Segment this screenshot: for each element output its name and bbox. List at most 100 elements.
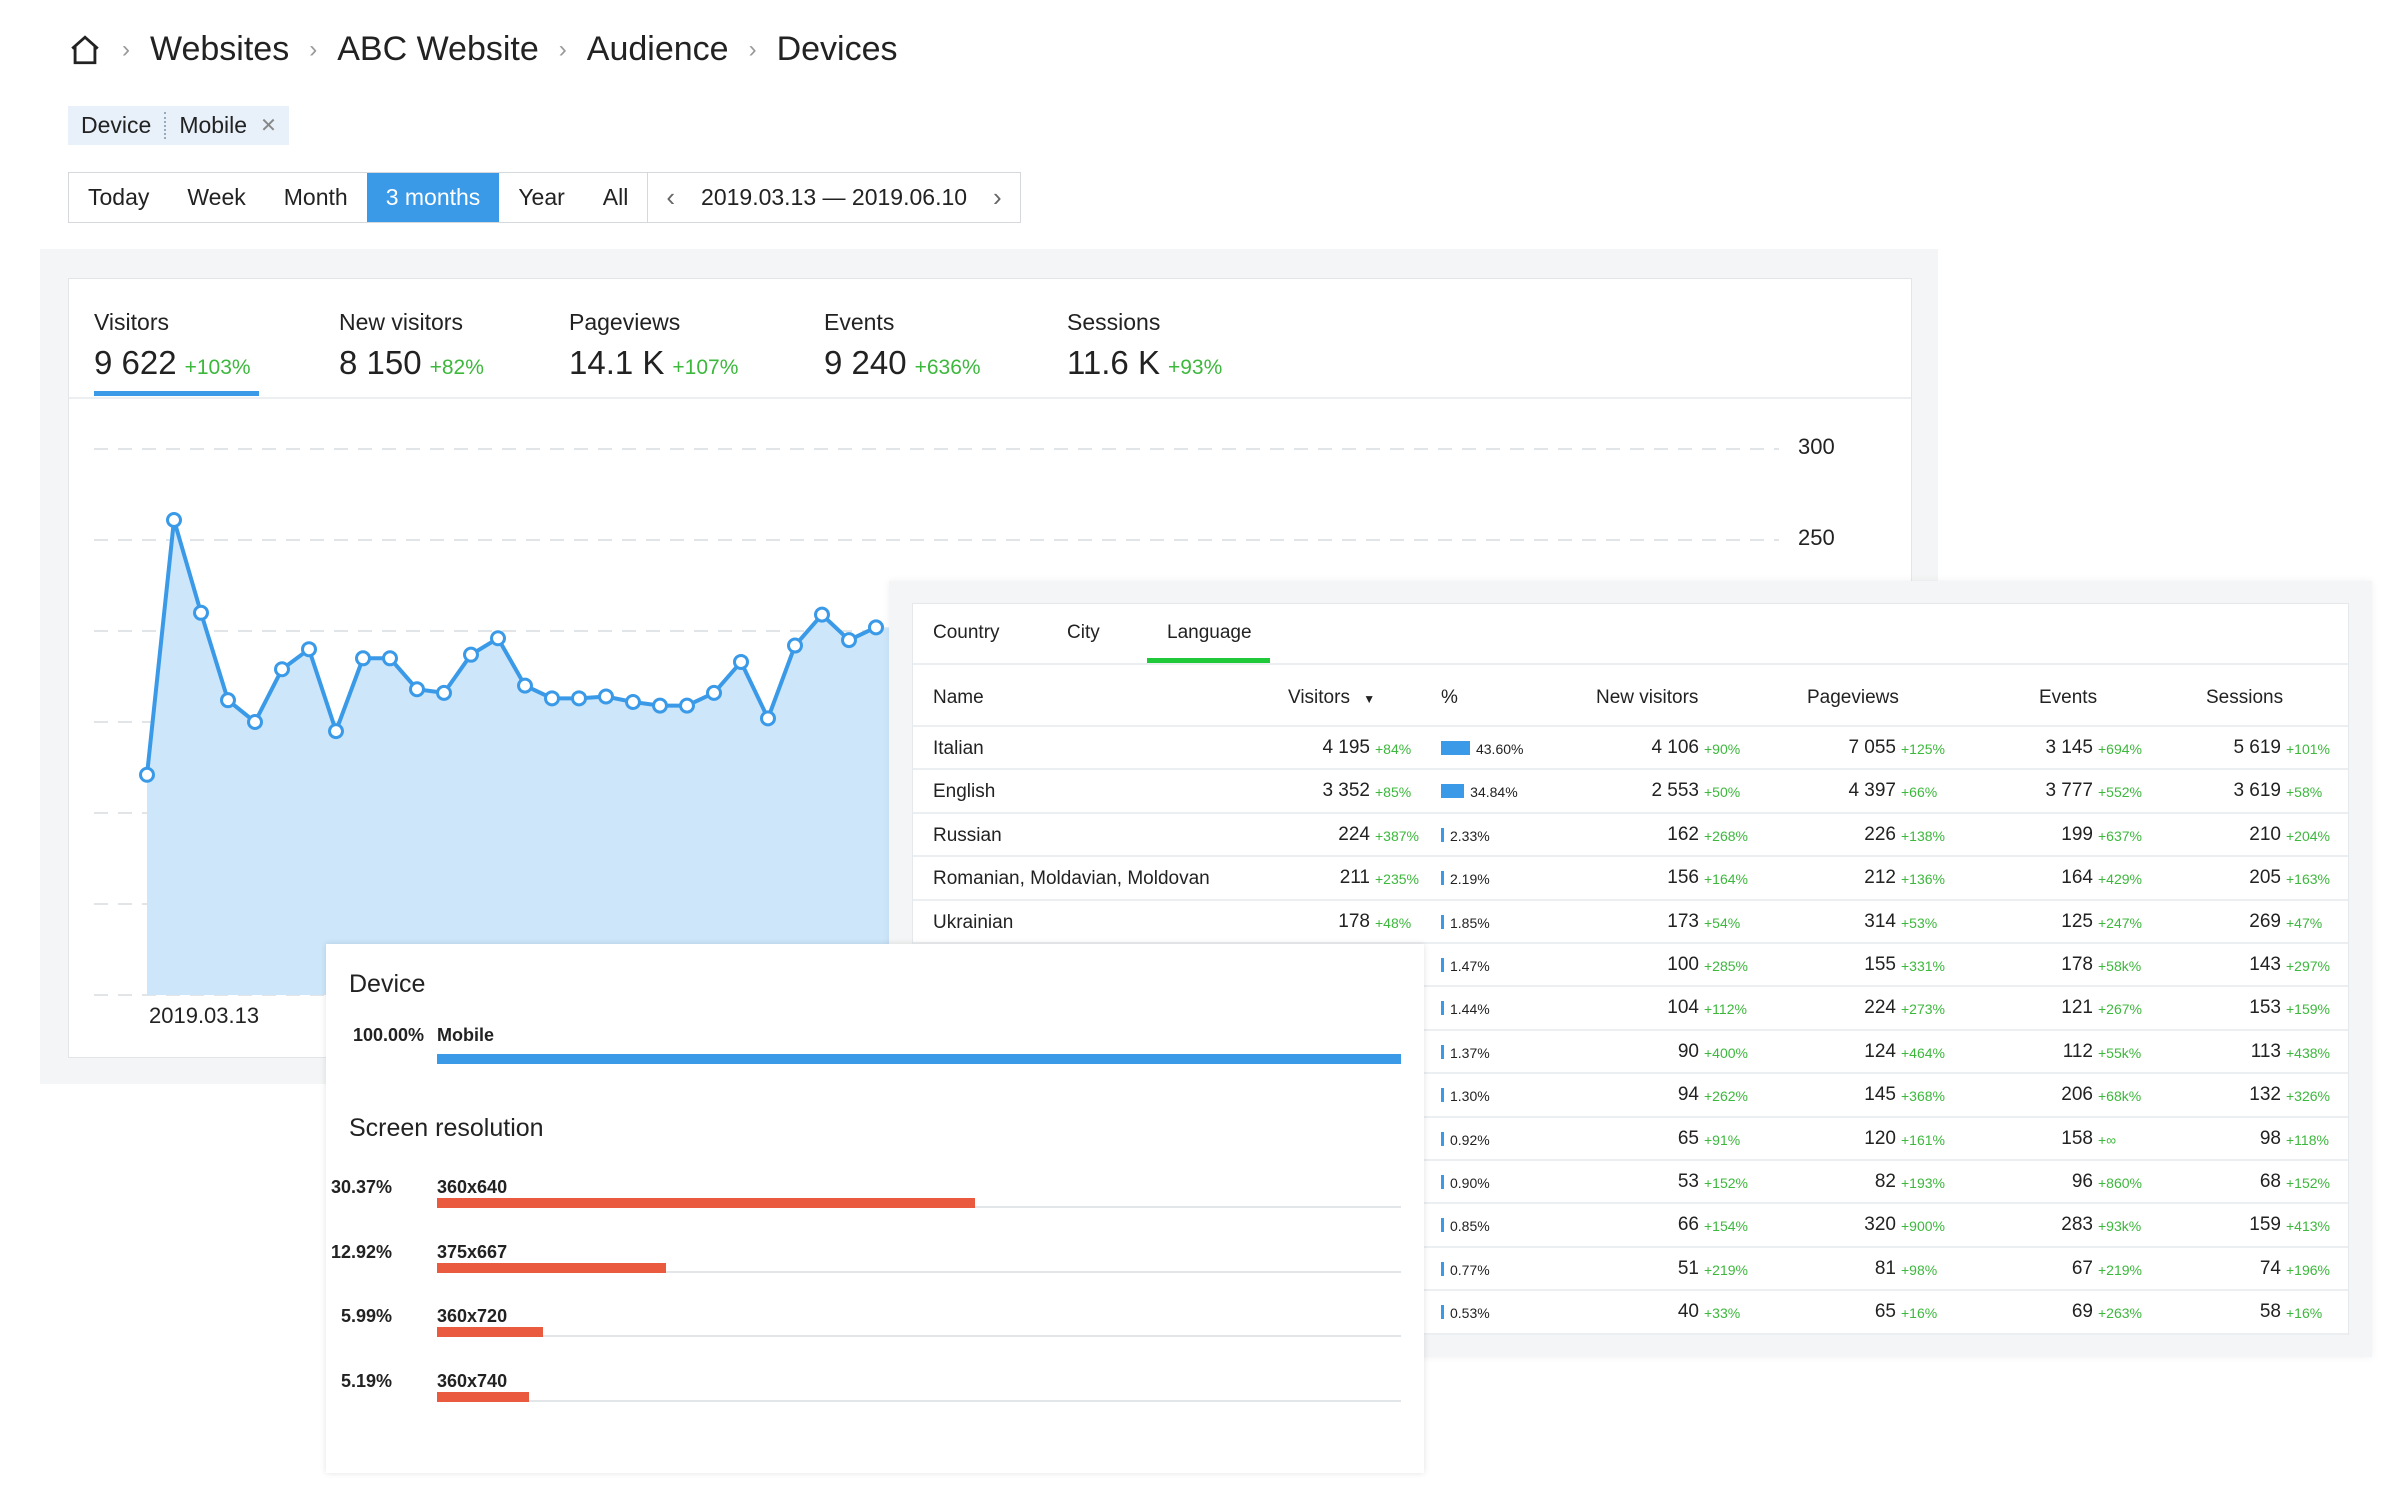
- column-header-percent[interactable]: %: [1441, 687, 1458, 709]
- column-header-new-visitors[interactable]: New visitors: [1596, 687, 1698, 709]
- resolution-percent: 12.92%: [330, 1241, 392, 1262]
- cell-percent: 0.85%: [1450, 1218, 1490, 1235]
- data-point[interactable]: [193, 604, 209, 621]
- data-point[interactable]: [544, 690, 560, 707]
- cell-sessions: 74: [2259, 1257, 2281, 1279]
- data-point[interactable]: [247, 714, 263, 730]
- data-point[interactable]: [571, 690, 587, 707]
- column-header-sessions[interactable]: Sessions: [2206, 687, 2283, 709]
- data-point[interactable]: [301, 641, 317, 658]
- data-point[interactable]: [679, 697, 695, 714]
- device-label: Mobile: [437, 1025, 494, 1045]
- data-point[interactable]: [166, 511, 182, 528]
- data-point[interactable]: [220, 692, 236, 709]
- cell-new-visitors: 53: [1677, 1171, 1699, 1192]
- percent-bar: [1441, 827, 1444, 842]
- resolution-track: [437, 1335, 1401, 1337]
- tab-city[interactable]: City: [1067, 622, 1100, 644]
- data-point[interactable]: [382, 650, 398, 667]
- column-header-events[interactable]: Events: [2039, 687, 2097, 709]
- data-point[interactable]: [868, 619, 884, 636]
- data-point[interactable]: [652, 697, 668, 714]
- resolution-bar: [437, 1391, 529, 1402]
- cell-percent: 34.84%: [1470, 784, 1518, 801]
- data-point[interactable]: [733, 653, 749, 670]
- cell-sessions-delta: +118%: [2286, 1131, 2329, 1148]
- cell-events-delta: +637%: [2098, 827, 2142, 844]
- home-icon[interactable]: [68, 34, 102, 66]
- device-percent: 100.00%: [352, 1025, 424, 1045]
- cell-visitors-delta: +387%: [1375, 827, 1419, 844]
- column-header-pageviews[interactable]: Pageviews: [1807, 687, 1899, 709]
- data-point[interactable]: [139, 766, 155, 783]
- table-row[interactable]: English 3 352 +85% 34.84% 2 553 +50% 4 397 +66%…: [913, 770, 2348, 814]
- table-row[interactable]: Ukrainian 178 +48% 1.85% 173 +54% 314 +53% 125 +2…: [913, 901, 2348, 944]
- cell-new-visitors: 90: [1677, 1040, 1699, 1062]
- cell-sessions-delta: +58%: [2286, 784, 2323, 801]
- table-row[interactable]: Italian 4 195 +84% 43.60% 4 106 +90% 7 055 +125…: [913, 727, 2348, 771]
- date-range-nav: ‹ 2019.03.13 — 2019.06.10 ›: [647, 173, 1019, 222]
- breadcrumb-audience[interactable]: Audience: [587, 30, 729, 69]
- cell-sessions-delta: +163%: [2286, 871, 2330, 888]
- data-point[interactable]: [598, 688, 614, 705]
- data-point[interactable]: [409, 681, 425, 698]
- cell-sessions-delta: +297%: [2286, 958, 2330, 974]
- table-row[interactable]: Romanian, Moldavian, Moldovan 211 +235% 2.1…: [913, 857, 2348, 901]
- cell-visitors: 4 195: [1322, 737, 1370, 758]
- data-point[interactable]: [517, 677, 533, 694]
- breadcrumb-abc-website[interactable]: ABC Website: [337, 30, 539, 69]
- cell-sessions: 58: [2259, 1301, 2281, 1323]
- cell-pageviews-delta: +464%: [1901, 1044, 1945, 1061]
- cell-pageviews: 212: [1864, 867, 1896, 889]
- resolution-percent: 5.19%: [340, 1370, 392, 1391]
- active-tab-underline: [1147, 658, 1270, 663]
- period-today[interactable]: Today: [69, 173, 168, 222]
- data-point[interactable]: [328, 723, 344, 740]
- cell-events-delta: +694%: [2098, 741, 2142, 757]
- close-icon[interactable]: ✕: [260, 113, 289, 138]
- percent-bar: [1441, 741, 1470, 755]
- data-point[interactable]: [787, 637, 803, 654]
- cell-events: 121: [2061, 997, 2093, 1019]
- cell-pageviews-delta: +331%: [1901, 958, 1945, 974]
- cell-new-visitors-delta: +33%: [1704, 1305, 1741, 1322]
- cell-new-visitors: 66: [1677, 1214, 1699, 1236]
- column-header-visitors[interactable]: Visitors ▼: [1288, 687, 1375, 709]
- data-point[interactable]: [355, 650, 371, 667]
- chevron-left-icon[interactable]: ‹: [666, 182, 675, 213]
- data-point[interactable]: [706, 684, 722, 701]
- cell-percent: 0.90%: [1450, 1175, 1490, 1191]
- data-point[interactable]: [490, 630, 506, 647]
- breadcrumb-websites[interactable]: Websites: [150, 30, 289, 69]
- period-month[interactable]: Month: [265, 173, 367, 222]
- chevron-right-icon[interactable]: ›: [993, 182, 1002, 213]
- table-row[interactable]: Russian 224 +387% 2.33% 162 +268% 226 +138% 199 +…: [913, 814, 2348, 858]
- column-header-label: Visitors: [1288, 687, 1350, 708]
- period-week[interactable]: Week: [168, 173, 264, 222]
- data-point[interactable]: [841, 632, 857, 649]
- data-point[interactable]: [625, 693, 641, 710]
- tab-country[interactable]: Country: [933, 622, 1000, 644]
- data-point[interactable]: [436, 684, 452, 701]
- tab-language[interactable]: Language: [1167, 622, 1252, 644]
- column-header-name[interactable]: Name: [933, 687, 984, 709]
- cell-events: 112: [2062, 1040, 2093, 1062]
- cell-pageviews-delta: +136%: [1901, 871, 1945, 888]
- cell-percent: 0.53%: [1450, 1305, 1490, 1322]
- cell-events: 96: [2071, 1171, 2093, 1192]
- cell-new-visitors: 104: [1667, 997, 1699, 1019]
- date-range[interactable]: 2019.03.13 — 2019.06.10: [701, 184, 967, 211]
- cell-name: Russian: [933, 824, 1002, 846]
- data-point[interactable]: [814, 606, 830, 623]
- cell-new-visitors-delta: +285%: [1704, 958, 1748, 974]
- period-3-months[interactable]: 3 months: [366, 173, 500, 222]
- cell-new-visitors-delta: +400%: [1704, 1044, 1748, 1061]
- data-point[interactable]: [760, 710, 776, 727]
- period-year[interactable]: Year: [499, 173, 583, 222]
- data-point[interactable]: [274, 661, 290, 678]
- chevron-right-icon: ›: [748, 35, 757, 63]
- period-all[interactable]: All: [584, 173, 648, 222]
- filter-chip[interactable]: Device Mobile ✕: [68, 106, 289, 145]
- data-point[interactable]: [463, 646, 479, 663]
- cell-pageviews: 145: [1864, 1084, 1896, 1106]
